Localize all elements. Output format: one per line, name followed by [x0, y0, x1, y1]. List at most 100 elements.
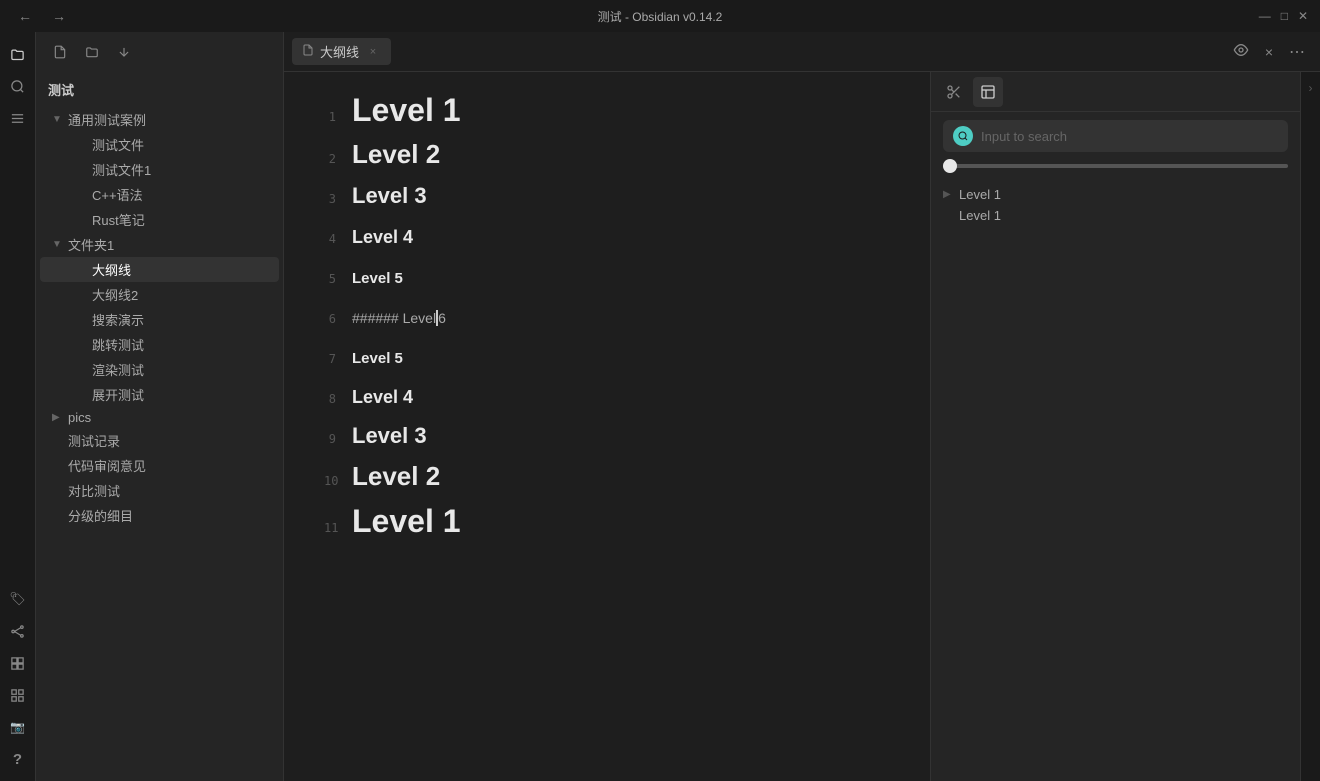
sidebar-file-item[interactable]: 跳转测试: [40, 332, 279, 357]
tab-close-all-button[interactable]: ×: [1259, 39, 1279, 65]
search-area: [931, 112, 1300, 160]
ribbon-tags[interactable]: 🏷: [4, 585, 32, 613]
sidebar-file-item[interactable]: 代码审阅意见: [40, 453, 279, 478]
line-content[interactable]: Level 3: [352, 423, 427, 449]
editor-line: 11Level 1: [324, 503, 890, 546]
editor-line: 6###### Level6: [324, 301, 890, 337]
sort-button[interactable]: [112, 40, 136, 64]
editor-line: 7Level 5: [324, 341, 890, 377]
ribbon-help[interactable]: ?: [4, 745, 32, 773]
sidebar: 测试 ▼通用测试案例测试文件测试文件1C++语法Rust笔记▼文件夹1大纲线大纲…: [36, 32, 284, 781]
sidebar-file-item[interactable]: 大纲线2: [40, 282, 279, 307]
line-number: 6: [324, 301, 352, 337]
search-box: [943, 120, 1288, 152]
editor-line: 9Level 3: [324, 421, 890, 457]
line-content[interactable]: Level 4: [352, 387, 413, 408]
line-number: 1: [324, 99, 352, 135]
new-folder-button[interactable]: [80, 40, 104, 64]
sidebar-header: [36, 32, 283, 72]
forward-button[interactable]: →: [46, 6, 72, 26]
line-content[interactable]: Level 2: [352, 139, 440, 170]
editor-line: 8Level 4: [324, 381, 890, 417]
line-content[interactable]: Level 3: [352, 183, 427, 209]
tree-item-label: 跳转测试: [92, 335, 144, 354]
sidebar-tree: ▼通用测试案例测试文件测试文件1 C++语法 Rust笔记▼文件夹1 大纲线大纲线2 搜…: [36, 103, 283, 781]
window-title: 测试 - Obsidian v0.14.2: [598, 8, 723, 25]
sidebar-file-item[interactable]: 展开测试: [40, 382, 279, 407]
line-number: 8: [324, 381, 352, 417]
sidebar-file-item[interactable]: Rust笔记: [40, 207, 279, 232]
scissors-button[interactable]: [939, 77, 969, 107]
ribbon-camera[interactable]: 📷: [4, 713, 32, 741]
folder-arrow-icon: ▶: [52, 412, 68, 423]
tab-outline[interactable]: 大纲线 ×: [292, 38, 391, 65]
new-file-button[interactable]: [48, 40, 72, 64]
sidebar-folder-item[interactable]: ▼通用测试案例: [40, 107, 279, 132]
slider-thumb[interactable]: [943, 159, 957, 173]
tree-item-label: 展开测试: [92, 385, 144, 404]
tree-item-label: 测试文件1: [92, 160, 151, 179]
slider-track[interactable]: [943, 164, 1288, 168]
line-content[interactable]: Level 5: [352, 350, 403, 367]
tree-item-label: 测试文件: [92, 135, 144, 154]
more-options-button[interactable]: ⋯: [1283, 39, 1312, 65]
reading-view-button[interactable]: [1227, 39, 1255, 65]
editor[interactable]: 1Level 12Level 23Level 34Level 45Level 5…: [284, 72, 930, 781]
tree-item-label: 大纲线2: [92, 285, 138, 304]
ribbon-folder[interactable]: [4, 40, 32, 68]
collapse-right-button[interactable]: ›: [1303, 80, 1319, 96]
sidebar-folder-item[interactable]: ▶pics: [40, 407, 279, 428]
line-number: 4: [324, 221, 352, 257]
ribbon-search[interactable]: [4, 72, 32, 100]
tree-item-label: C++语法: [92, 185, 143, 204]
folder-arrow-icon: ▼: [52, 239, 68, 250]
layout-button[interactable]: [973, 77, 1003, 107]
outline-item-level1-1[interactable]: ▶ Level 1: [931, 184, 1300, 205]
line-number: 2: [324, 141, 352, 177]
content-area: 大纲线 × × ⋯ 1Level 12Level 23Level 34Level…: [284, 32, 1320, 781]
line-content[interactable]: Level 2: [352, 461, 440, 492]
ribbon-list[interactable]: [4, 104, 32, 132]
back-button[interactable]: ←: [12, 6, 38, 26]
sidebar-file-item[interactable]: 测试文件1: [40, 157, 279, 182]
restore-button[interactable]: □: [1281, 9, 1288, 23]
ribbon-graph[interactable]: [4, 617, 32, 645]
line-content[interactable]: ###### Level6: [352, 310, 446, 326]
sidebar-file-item[interactable]: 测试文件: [40, 132, 279, 157]
tab-label: 大纲线: [320, 42, 359, 61]
close-button[interactable]: ✕: [1298, 9, 1308, 23]
sidebar-file-item[interactable]: 测试记录: [40, 428, 279, 453]
outline-item-label: Level 1: [959, 208, 1001, 223]
sidebar-file-item[interactable]: 渲染测试: [40, 357, 279, 382]
tab-bar: 大纲线 × × ⋯: [284, 32, 1320, 72]
editor-line: 1Level 1: [324, 92, 890, 135]
tab-close-button[interactable]: ×: [365, 44, 381, 60]
editor-line: 10Level 2: [324, 461, 890, 499]
line-number: 11: [324, 510, 352, 546]
editor-line: 3Level 3: [324, 181, 890, 217]
window-controls: — □ ✕: [1259, 9, 1308, 23]
outline-search-icon: [953, 126, 973, 146]
line-number: 3: [324, 181, 352, 217]
sidebar-file-item[interactable]: C++语法: [40, 182, 279, 207]
sidebar-file-item[interactable]: 大纲线: [40, 257, 279, 282]
ribbon-plugins[interactable]: [4, 649, 32, 677]
line-content[interactable]: Level 4: [352, 227, 413, 248]
line-number: 5: [324, 261, 352, 297]
search-input[interactable]: [981, 129, 1278, 144]
line-content[interactable]: Level 5: [352, 270, 403, 287]
editor-line: 5Level 5: [324, 261, 890, 297]
ribbon-grid[interactable]: [4, 681, 32, 709]
sidebar-file-item[interactable]: 对比测试: [40, 478, 279, 503]
slider-area: [931, 160, 1300, 176]
right-panel: ▶ Level 1 ▶ Level 1: [930, 72, 1300, 781]
minimize-button[interactable]: —: [1259, 9, 1271, 23]
tree-item-label: 大纲线: [92, 260, 131, 279]
outline-item-level1-2[interactable]: ▶ Level 1: [931, 205, 1300, 226]
line-content[interactable]: Level 1: [352, 503, 461, 540]
tree-item-label: pics: [68, 410, 91, 425]
line-content[interactable]: Level 1: [352, 92, 461, 129]
sidebar-folder-item[interactable]: ▼文件夹1: [40, 232, 279, 257]
sidebar-file-item[interactable]: 搜索演示: [40, 307, 279, 332]
sidebar-file-item[interactable]: 分级的细目: [40, 503, 279, 528]
